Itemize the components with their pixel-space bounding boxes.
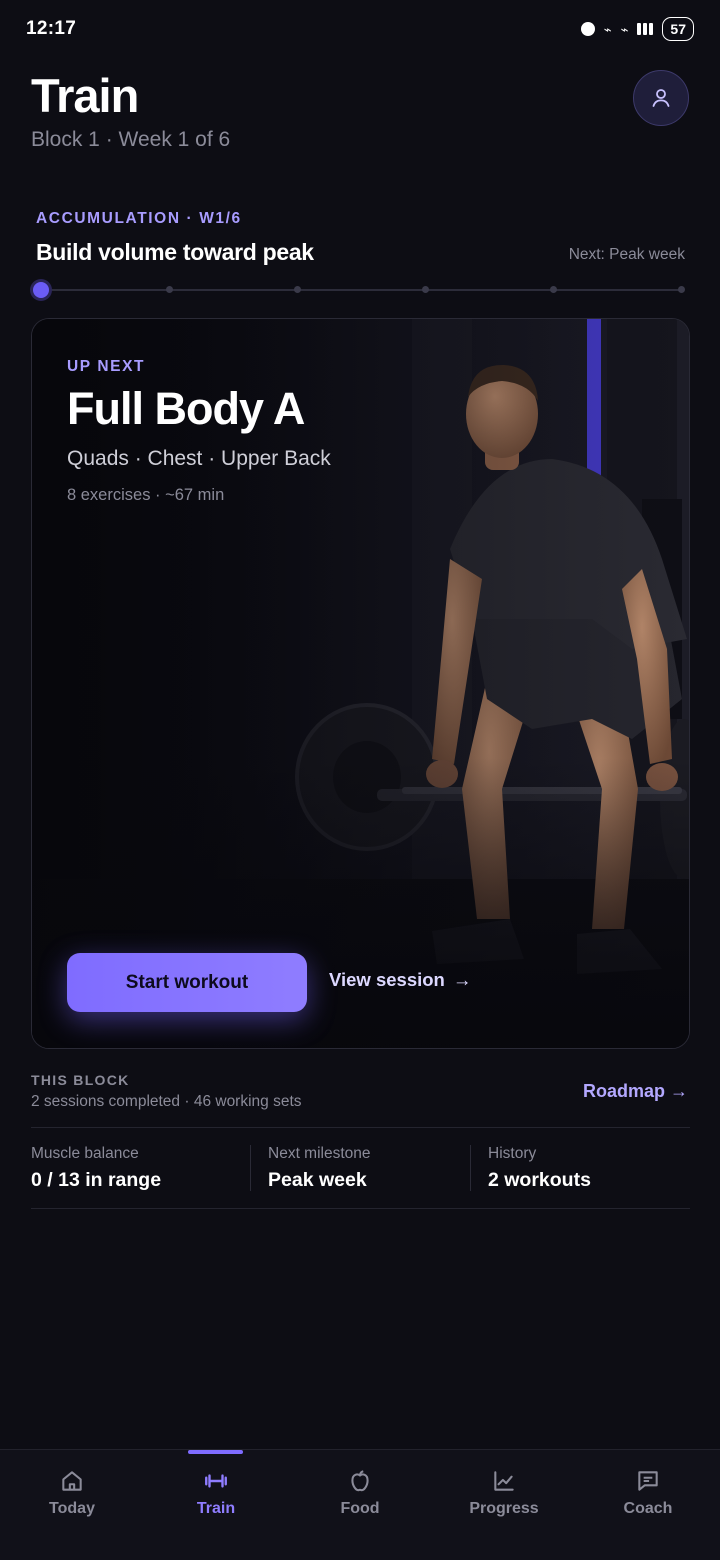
card-content: UP NEXT Full Body A Quads · Chest · Uppe… [32,319,689,1048]
view-session-link[interactable]: View session → [329,969,471,991]
nav-label: Coach [623,1500,673,1517]
phase-step [293,286,301,293]
status-time: 12:17 [26,18,77,39]
signal-icon [637,23,654,35]
phase-progress-track [41,289,681,291]
link-icon: ⌁ [603,21,612,37]
nav-item-train[interactable]: Train [161,1468,271,1518]
phase-title: Build volume toward peak [36,239,314,265]
stat-label: Muscle balance [31,1145,139,1162]
stat-muscle-balance[interactable]: Muscle balance 0 / 13 in range [31,1145,161,1191]
nav-item-food[interactable]: Food [305,1468,415,1518]
apple-icon [351,1470,369,1492]
view-session-label: View session [329,969,445,990]
stat-label: History [488,1145,537,1162]
profile-button[interactable] [633,70,689,126]
divider [31,1208,690,1209]
nav-label: Today [49,1500,95,1517]
nav-item-progress[interactable]: Progress [449,1468,559,1518]
home-icon [62,1471,82,1491]
start-workout-button[interactable]: Start workout [67,953,307,1012]
nav-label: Progress [469,1500,539,1517]
battery-indicator: 57 [662,17,694,41]
nav-label: Food [340,1500,380,1517]
workout-muscles: Quads · Chest · Upper Back [67,447,331,470]
phase-step [421,286,429,293]
stat-label: Next milestone [268,1145,371,1162]
chart-icon [494,1471,514,1491]
phase-label: ACCUMULATION · W1/6 [36,210,242,227]
status-icons: ⌁ ⌁ 57 [580,17,694,41]
workout-meta: 8 exercises · ~67 min [67,486,225,504]
page-subtitle: Block 1 · Week 1 of 6 [31,128,231,151]
nav-item-coach[interactable]: Coach [593,1468,703,1518]
stat-separator [470,1145,471,1191]
wifi-icon: ⌁ [620,21,629,37]
nav-label: Train [196,1500,236,1517]
nav-item-today[interactable]: Today [17,1468,127,1518]
stat-value: Peak week [268,1169,367,1191]
user-icon [652,89,670,107]
nav-active-indicator [188,1450,243,1454]
dumbbell-icon [205,1474,227,1488]
status-bar: 12:17 ⌁ ⌁ 57 [0,0,720,58]
divider [31,1127,690,1128]
up-next-label: UP NEXT [67,358,146,375]
stat-next-milestone[interactable]: Next milestone Peak week [268,1145,371,1191]
stat-value: 2 workouts [488,1169,591,1191]
bottom-nav: Today Train Food Progress Coach [0,1449,720,1560]
page-title: Train [31,69,139,122]
stat-value: 0 / 13 in range [31,1169,162,1191]
phase-next: Next: Peak week [568,246,685,263]
arrow-right-icon: → [452,969,472,990]
workout-name: Full Body A [67,383,305,434]
chat-icon [638,1471,658,1491]
block-summary: 2 sessions completed · 46 working sets [31,1093,302,1110]
notification-dot-icon [580,22,595,36]
phase-step [677,286,685,293]
block-label: THIS BLOCK [31,1072,130,1088]
stat-separator [250,1145,251,1191]
phase-step [165,286,173,293]
phase-step [549,286,557,293]
workout-card[interactable]: UP NEXT Full Body A Quads · Chest · Uppe… [31,318,690,1049]
phase-step-current [33,282,49,298]
stat-history[interactable]: History 2 workouts [488,1145,591,1191]
roadmap-link[interactable]: Roadmap → [583,1081,688,1102]
